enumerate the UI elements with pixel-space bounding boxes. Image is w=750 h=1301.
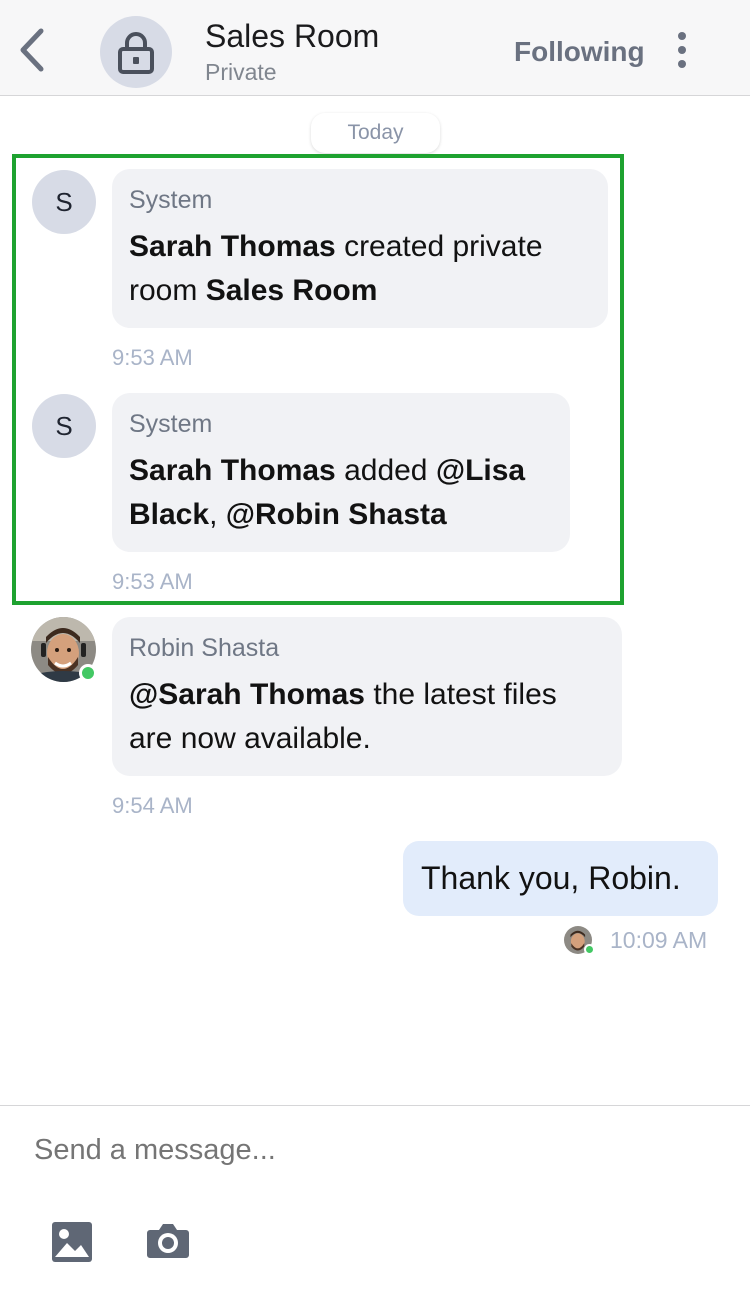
message-sender: System	[129, 410, 213, 438]
message-text: Sarah Thomas created private room Sales …	[129, 230, 543, 307]
message-timestamp: 9:53 AM	[112, 345, 193, 370]
camera-icon	[147, 1224, 189, 1258]
mention-sarah[interactable]: @Sarah Thomas	[129, 678, 365, 711]
online-status-dot	[79, 664, 97, 682]
message-bubble[interactable]: Robin Shasta @Sarah Thomas the latest fi…	[112, 617, 622, 776]
back-button[interactable]	[10, 20, 54, 80]
chat-header: Sales Room Private Following	[0, 0, 750, 96]
gallery-button[interactable]	[48, 1218, 96, 1266]
message-timestamp: 9:53 AM	[112, 569, 193, 594]
following-button[interactable]: Following	[514, 32, 645, 72]
message-input[interactable]	[34, 1134, 714, 1167]
room-privacy-label: Private	[205, 59, 277, 85]
outgoing-message-bubble[interactable]: Thank you, Robin.	[403, 841, 718, 916]
room-avatar[interactable]	[100, 16, 172, 88]
message-sender: System	[129, 186, 213, 214]
more-dot-icon	[678, 60, 686, 68]
more-options-button[interactable]	[664, 28, 700, 72]
message-bubble[interactable]: System Sarah Thomas added @Lisa Black, @…	[112, 393, 570, 552]
room-name: Sales Room	[205, 274, 378, 307]
mention-name[interactable]: Sarah Thomas	[129, 230, 336, 263]
camera-button[interactable]	[142, 1216, 194, 1264]
system-avatar[interactable]: S	[32, 394, 96, 458]
message-sender[interactable]: Robin Shasta	[129, 633, 606, 663]
message-timestamp: 10:09 AM	[610, 927, 708, 953]
message-composer	[0, 1105, 750, 1301]
lock-icon	[118, 32, 154, 74]
room-title[interactable]: Sales Room	[205, 16, 379, 56]
online-status-dot	[584, 944, 595, 955]
chevron-left-icon	[20, 28, 44, 72]
message-text: @Sarah Thomas the latest files are now a…	[129, 678, 557, 755]
system-avatar[interactable]: S	[32, 170, 96, 234]
date-separator: Today	[311, 113, 440, 153]
message-timestamp: 9:54 AM	[112, 793, 193, 818]
image-icon	[52, 1222, 92, 1262]
message-text: Sarah Thomas added @Lisa Black, @Robin S…	[129, 454, 526, 531]
more-dot-icon	[678, 46, 686, 54]
message-bubble[interactable]: System Sarah Thomas created private room…	[112, 169, 608, 328]
mention-robin[interactable]: @Robin Shasta	[226, 498, 447, 531]
mention-name[interactable]: Sarah Thomas	[129, 454, 336, 487]
more-dot-icon	[678, 32, 686, 40]
